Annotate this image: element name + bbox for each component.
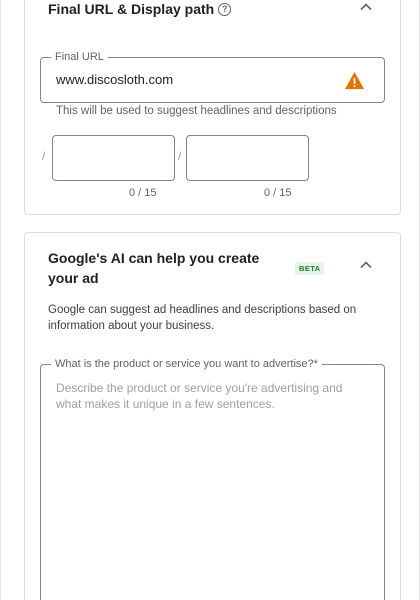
- page-edge-left: [0, 0, 1, 600]
- final-url-card: Final URL & Display path? Final URL www.…: [24, 0, 401, 215]
- final-url-field[interactable]: Final URL www.discosloth.com: [40, 50, 385, 103]
- chevron-up-icon[interactable]: [356, 0, 376, 17]
- path-separator-2: /: [178, 149, 182, 163]
- chevron-up-icon[interactable]: [356, 255, 376, 275]
- path-separator-1: /: [42, 149, 46, 163]
- product-field-placeholder: Describe the product or service you're a…: [56, 381, 343, 411]
- beta-badge: BETA: [295, 262, 325, 275]
- display-path-1-input[interactable]: [52, 135, 175, 181]
- final-url-section-title-text: Final URL & Display path: [48, 1, 215, 17]
- product-field-label: What is the product or service you want …: [51, 357, 322, 371]
- ai-assist-card: Google's AI can help you create your ad …: [24, 232, 401, 600]
- final-url-label: Final URL: [51, 50, 108, 64]
- help-icon[interactable]: ?: [218, 2, 232, 16]
- ai-section-title: Google's AI can help you create your ad: [48, 250, 260, 286]
- final-url-section-title: Final URL & Display path?: [48, 0, 232, 19]
- final-url-hint: This will be used to suggest headlines a…: [56, 105, 337, 117]
- path-1-counter: 0 / 15: [129, 187, 157, 199]
- product-description-textarea[interactable]: What is the product or service you want …: [40, 357, 385, 600]
- display-path-2-input[interactable]: [186, 135, 309, 181]
- path-2-counter: 0 / 15: [264, 187, 292, 199]
- page: Final URL & Display path? Final URL www.…: [0, 0, 420, 600]
- final-url-value: www.discosloth.com: [56, 72, 174, 87]
- warning-icon: [345, 71, 364, 90]
- ai-section-description: Google can suggest ad headlines and desc…: [48, 304, 357, 332]
